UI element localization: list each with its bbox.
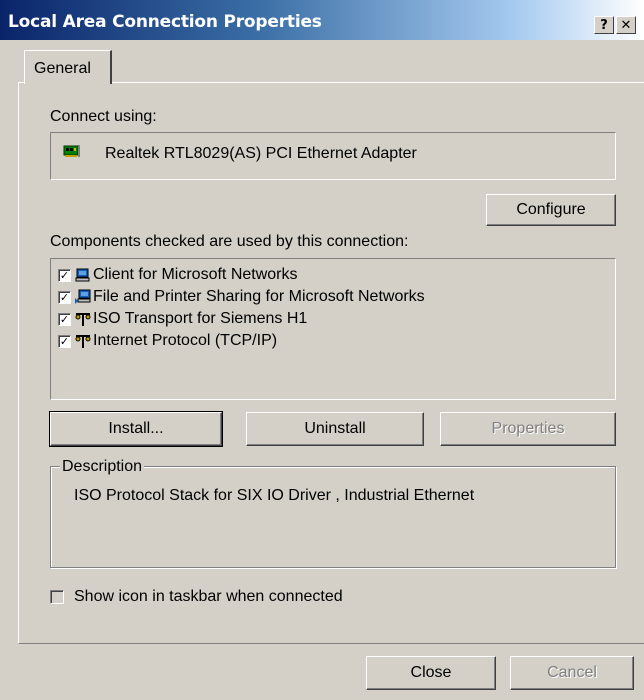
list-item[interactable]: ✓ File and Printer Sharing for Microsoft… (58, 286, 425, 308)
uninstall-button[interactable]: Uninstall (246, 412, 424, 446)
component-checkbox[interactable]: ✓ (58, 290, 71, 304)
protocol-icon (75, 311, 91, 327)
show-icon-checkbox[interactable] (50, 590, 64, 604)
close-icon: ✕ (620, 17, 632, 33)
help-button[interactable]: ? (594, 16, 614, 34)
components-label: Components checked are used by this conn… (50, 233, 409, 250)
component-checkbox[interactable]: ✓ (58, 334, 71, 348)
cancel-button[interactable]: Cancel (510, 656, 634, 690)
title-bar[interactable]: Local Area Connection Properties ? ✕ (0, 0, 644, 40)
description-legend: Description (60, 458, 145, 476)
component-label: ISO Transport for Siemens H1 (93, 310, 308, 327)
component-label: Client for Microsoft Networks (93, 266, 298, 283)
description-text: ISO Protocol Stack for SIX IO Driver , I… (74, 487, 475, 504)
install-button[interactable]: Install... (49, 411, 223, 447)
show-icon-option[interactable]: Show icon in taskbar when connected (50, 588, 343, 606)
window-title: Local Area Connection Properties (8, 12, 322, 32)
tab-general[interactable]: General (24, 50, 112, 84)
show-icon-label: Show icon in taskbar when connected (74, 588, 343, 605)
adapter-name: Realtek RTL8029(AS) PCI Ethernet Adapter (105, 145, 417, 162)
connect-using-label: Connect using: (50, 108, 157, 125)
sharing-icon (75, 289, 91, 305)
tab-general-label: General (34, 60, 91, 77)
list-item[interactable]: ✓ ISO Transport for Siemens H1 (58, 308, 307, 330)
component-label: File and Printer Sharing for Microsoft N… (93, 288, 425, 305)
description-group (50, 466, 616, 568)
close-window-button[interactable]: ✕ (616, 16, 636, 34)
component-checkbox[interactable]: ✓ (58, 268, 71, 282)
component-checkbox[interactable]: ✓ (58, 312, 71, 326)
network-card-icon (63, 144, 81, 158)
component-label: Internet Protocol (TCP/IP) (93, 332, 278, 349)
list-item[interactable]: ✓ Client for Microsoft Networks (58, 264, 298, 286)
configure-button[interactable]: Configure (486, 194, 616, 226)
computer-icon (75, 267, 91, 283)
list-item[interactable]: ✓ Internet Protocol (TCP/IP) (58, 330, 277, 352)
properties-button[interactable]: Properties (440, 412, 616, 446)
adapter-box: Realtek RTL8029(AS) PCI Ethernet Adapter (50, 132, 616, 180)
protocol-icon (75, 333, 91, 349)
close-button[interactable]: Close (366, 656, 496, 690)
